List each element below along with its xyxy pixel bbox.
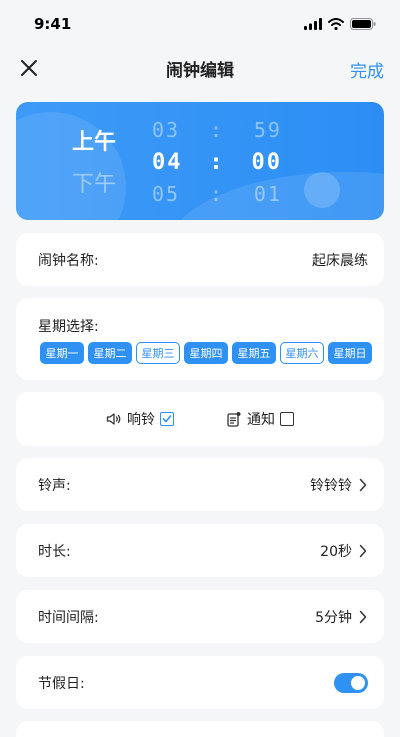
notification-icon [227, 412, 241, 427]
weekday-chip-mon[interactable]: 星期一 [40, 342, 84, 364]
notify-checkbox[interactable] [280, 412, 294, 426]
chevron-right-icon [359, 610, 367, 623]
done-button[interactable]: 完成 [350, 57, 384, 82]
alarm-name-row[interactable]: 闹钟名称: 起床晨练 [16, 233, 384, 286]
time-separator: : [209, 150, 225, 175]
ampm-selected[interactable]: 上午 [70, 124, 118, 156]
ampm-option[interactable]: 下午 [70, 166, 118, 198]
chevron-right-icon [359, 478, 367, 491]
hour-current: 04 [152, 150, 183, 175]
page-title: 闹钟编辑 [166, 60, 234, 81]
duration-value: 20秒 [320, 543, 352, 560]
time-separator: : [209, 182, 225, 206]
battery-icon [350, 18, 376, 30]
weekday-chip-wed[interactable]: 星期三 [136, 342, 180, 364]
weekday-chip-tue[interactable]: 星期二 [88, 342, 132, 364]
notify-label: 通知 [247, 412, 275, 428]
interval-value: 5分钟 [315, 609, 352, 626]
minute-next: 01 [253, 182, 282, 206]
weekday-chips: 星期一 星期二 星期三 星期四 星期五 星期六 星期日 [40, 342, 372, 364]
status-bar: 9:41 [0, 0, 400, 48]
chevron-right-icon [359, 544, 367, 557]
alert-mode-card: 响铃 通知 [16, 392, 384, 446]
weekday-card: 星期选择: 星期一 星期二 星期三 星期四 星期五 星期六 星期日 [16, 298, 384, 380]
time-separator: : [209, 118, 225, 142]
nav-bar: 闹钟编辑 完成 [0, 48, 400, 88]
status-icons [304, 18, 376, 30]
ringtone-row[interactable]: 铃声: 铃铃铃 [16, 458, 384, 511]
check-icon [162, 415, 172, 423]
time-row-next[interactable]: 05 : 01 [152, 182, 282, 206]
weekday-chip-sat[interactable]: 星期六 [280, 342, 324, 364]
next-card [16, 721, 384, 737]
ring-label: 响铃 [127, 412, 155, 428]
time-row-prev[interactable]: 03 : 59 [152, 118, 282, 142]
interval-row[interactable]: 时间间隔: 5分钟 [16, 590, 384, 643]
ringtone-value: 铃铃铃 [310, 477, 352, 494]
minute-prev: 59 [253, 118, 282, 142]
speaker-icon [106, 413, 121, 425]
wifi-icon [328, 18, 344, 30]
signal-icon [304, 18, 322, 30]
duration-label: 时长: [38, 543, 71, 560]
time-row-current[interactable]: 04 : 00 [152, 150, 282, 175]
alarm-name-value[interactable]: 起床晨练 [312, 250, 368, 270]
hour-next: 05 [152, 182, 181, 206]
holiday-row: 节假日: [16, 656, 384, 709]
ring-checkbox[interactable] [160, 412, 174, 426]
minute-current: 00 [251, 150, 282, 175]
ring-option[interactable]: 响铃 [106, 409, 174, 429]
ringtone-label: 铃声: [38, 477, 71, 494]
interval-label: 时间间隔: [38, 609, 99, 626]
hour-prev: 03 [152, 118, 181, 142]
holiday-toggle[interactable] [334, 672, 368, 693]
weekday-chip-sun[interactable]: 星期日 [328, 342, 372, 364]
duration-row[interactable]: 时长: 20秒 [16, 524, 384, 577]
alarm-name-label: 闹钟名称: [38, 252, 99, 269]
weekday-chip-fri[interactable]: 星期五 [232, 342, 276, 364]
status-time: 9:41 [34, 15, 72, 33]
notify-option[interactable]: 通知 [226, 409, 294, 429]
weekday-label: 星期选择: [38, 319, 99, 335]
holiday-label: 节假日: [38, 675, 85, 692]
weekday-chip-thu[interactable]: 星期四 [184, 342, 228, 364]
close-icon[interactable] [18, 57, 40, 79]
